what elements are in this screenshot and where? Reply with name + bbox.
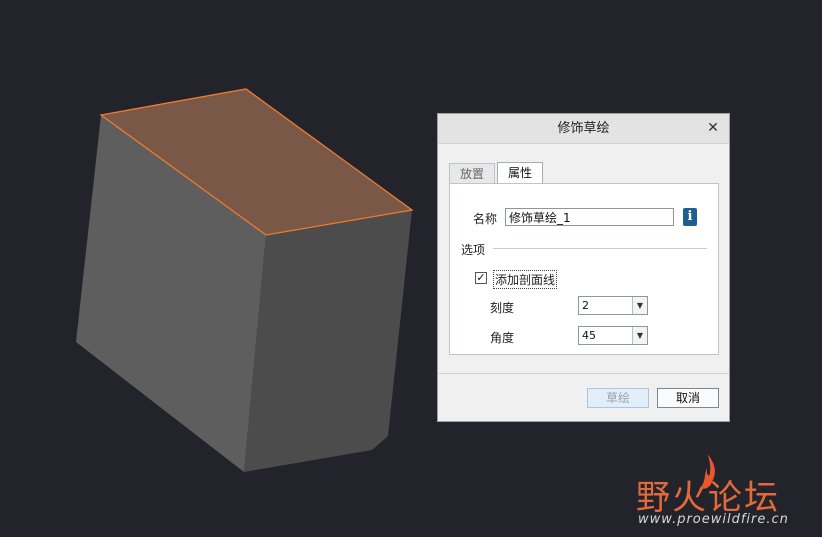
close-icon[interactable]: ✕ <box>705 120 721 136</box>
sketch-button[interactable]: 草绘 <box>587 388 649 408</box>
hatch-checkbox[interactable]: ✓ <box>475 272 487 284</box>
properties-panel: 名称 修饰草绘_1 i 选项 ✓ 添加剖面线 刻度 2 ▼ 角度 45 ▼ <box>449 183 719 355</box>
name-input[interactable]: 修饰草绘_1 <box>505 208 674 226</box>
dialog-tabs: 放置 属性 <box>449 162 545 185</box>
options-label: 选项 <box>461 243 486 257</box>
cancel-button[interactable]: 取消 <box>657 388 719 408</box>
cosmetic-sketch-dialog: 修饰草绘 ✕ 放置 属性 名称 修饰草绘_1 i 选项 ✓ 添加剖面线 刻度 2… <box>437 113 730 422</box>
scale-combobox[interactable]: 2 ▼ <box>578 296 648 315</box>
angle-combobox[interactable]: 45 ▼ <box>578 326 648 345</box>
watermark-url: www.proewildfire.cn <box>638 512 789 527</box>
dialog-titlebar[interactable]: 修饰草绘 ✕ <box>438 114 729 144</box>
angle-value: 45 <box>582 329 596 342</box>
scale-label: 刻度 <box>490 301 515 315</box>
angle-label: 角度 <box>490 331 515 345</box>
tab-properties[interactable]: 属性 <box>497 162 544 185</box>
scale-value: 2 <box>582 299 589 312</box>
footer-divider <box>438 373 729 374</box>
name-label: 名称 <box>473 212 498 226</box>
part-face-right[interactable] <box>244 210 412 472</box>
tab-placement[interactable]: 放置 <box>449 163 496 184</box>
dialog-title: 修饰草绘 <box>557 121 610 136</box>
hatch-checkbox-label[interactable]: 添加剖面线 <box>493 270 558 289</box>
info-icon[interactable]: i <box>683 208 697 226</box>
chevron-down-icon[interactable]: ▼ <box>632 297 647 314</box>
chevron-down-icon[interactable]: ▼ <box>632 327 647 344</box>
options-separator <box>493 248 707 249</box>
